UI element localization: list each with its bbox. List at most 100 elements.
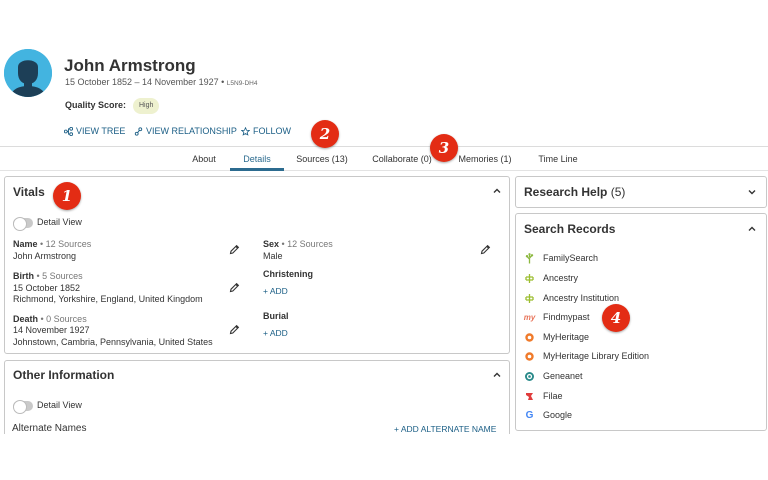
death-sources[interactable]: • 0 Sources (38, 314, 87, 324)
view-tree-link[interactable]: VIEW TREE (64, 124, 125, 138)
record-myheritage-label: MyHeritage (543, 332, 590, 342)
relationship-icon (134, 126, 143, 136)
research-help-count: (5) (610, 185, 626, 199)
burial-label: Burial (263, 311, 289, 321)
birth-sources[interactable]: • 5 Sources (34, 271, 83, 281)
quality-score-label: Quality Score: (65, 100, 127, 110)
research-help-expand-button[interactable] (747, 187, 757, 197)
other-detail-view-toggle[interactable] (13, 400, 33, 414)
person-avatar (4, 49, 52, 97)
add-christening-link[interactable]: + ADD (263, 286, 288, 296)
record-geneanet-label: Geneanet (543, 371, 583, 381)
research-help-title[interactable]: Research Help (5) (524, 185, 625, 199)
birth-label: Birth (13, 271, 34, 281)
record-geneanet[interactable]: Geneanet (524, 369, 583, 383)
record-findmypast[interactable]: my Findmypast (524, 310, 590, 324)
findmypast-icon: my (523, 312, 536, 322)
record-myheritage-library-label: MyHeritage Library Edition (543, 351, 650, 361)
familysearch-tree-icon (524, 252, 535, 264)
record-ancestry-institution[interactable]: Ancestry Institution (524, 291, 619, 305)
edit-death-button[interactable] (229, 324, 240, 335)
death-place: Johnstown, Cambria, Pennsylvania, United… (13, 337, 213, 347)
name-value: John Armstrong (13, 251, 77, 261)
sex-fact-label: Sex • 12 Sources (263, 239, 333, 249)
add-burial-link[interactable]: + ADD (263, 328, 288, 338)
tab-details[interactable]: Details (230, 150, 284, 170)
edit-sex-button[interactable] (480, 244, 491, 255)
chevron-up-icon (493, 188, 501, 193)
birth-date: 15 October 1852 (13, 283, 81, 293)
life-dates: 15 October 1852 – 14 November 1927 • (65, 77, 227, 87)
person-name: John Armstrong (64, 56, 196, 75)
edit-name-button[interactable] (229, 244, 240, 255)
record-familysearch[interactable]: FamilySearch (524, 251, 598, 265)
pencil-icon (229, 244, 240, 255)
tree-icon (64, 126, 73, 136)
record-myheritage-library[interactable]: MyHeritage Library Edition (524, 349, 649, 363)
callout-marker-2: 2 (311, 120, 339, 148)
sex-label: Sex (263, 239, 280, 249)
burial-fact-label: Burial (263, 311, 289, 321)
christening-label: Christening (263, 269, 314, 279)
tabs-top-divider (0, 146, 768, 147)
name-sources[interactable]: • 12 Sources (38, 239, 91, 249)
ancestry-leaf-icon (524, 293, 535, 304)
view-tree-label: VIEW TREE (76, 126, 126, 136)
myheritage-icon (524, 332, 535, 343)
star-icon (241, 126, 250, 136)
callout-marker-4: 4 (602, 304, 630, 332)
tabs-bottom-divider (0, 170, 768, 171)
search-records-title: Search Records (524, 222, 616, 236)
tab-sources[interactable]: Sources (13) (293, 150, 351, 170)
tab-memories[interactable]: Memories (1) (455, 150, 515, 170)
record-myheritage[interactable]: MyHeritage (524, 330, 589, 344)
record-filae[interactable]: Filae (524, 389, 563, 403)
death-date: 14 November 1927 (13, 325, 90, 335)
name-label: Name (13, 239, 38, 249)
filae-icon (524, 391, 535, 402)
other-information-collapse-button[interactable] (492, 370, 502, 380)
other-information-title: Other Information (13, 368, 115, 382)
vitals-title: Vitals (13, 185, 45, 199)
chevron-up-icon (493, 372, 501, 377)
record-familysearch-label: FamilySearch (543, 253, 599, 263)
edit-birth-button[interactable] (229, 282, 240, 293)
person-silhouette-icon (4, 49, 52, 97)
vitals-detail-view-label: Detail View (37, 217, 82, 227)
myheritage-icon (524, 351, 535, 362)
geneanet-icon (524, 371, 535, 382)
vitals-detail-view-toggle[interactable] (13, 217, 33, 231)
tab-time-line[interactable]: Time Line (533, 150, 583, 170)
sex-sources[interactable]: • 12 Sources (279, 239, 333, 249)
tab-collaborate[interactable]: Collaborate (0) (370, 150, 434, 170)
active-tab-indicator (230, 168, 284, 171)
view-relationship-label: VIEW RELATIONSHIP (146, 126, 237, 136)
tab-about[interactable]: About (187, 150, 221, 170)
add-alternate-name-link[interactable]: + ADD ALTERNATE NAME (394, 424, 496, 432)
callout-marker-1: 1 (53, 182, 81, 210)
research-help-label: Research Help (524, 185, 608, 199)
record-ancestry-label: Ancestry (543, 273, 579, 283)
other-detail-view-label: Detail View (37, 400, 82, 410)
ancestry-leaf-icon (524, 273, 535, 284)
pencil-icon (480, 244, 491, 255)
sex-value: Male (263, 251, 283, 261)
quality-score-badge[interactable]: High (133, 98, 160, 114)
name-fact-label: Name • 12 Sources (13, 239, 91, 249)
follow-button[interactable]: FOLLOW (241, 124, 291, 138)
person-id[interactable]: L5N9-DH4 (227, 80, 258, 87)
christening-fact-label: Christening (263, 269, 313, 279)
birth-fact-label: Birth • 5 Sources (13, 271, 83, 281)
follow-label: FOLLOW (253, 126, 292, 136)
search-records-collapse-button[interactable] (747, 224, 757, 234)
callout-marker-3: 3 (430, 134, 458, 162)
death-label: Death (13, 314, 39, 324)
view-relationship-link[interactable]: VIEW RELATIONSHIP (134, 124, 237, 138)
record-google[interactable]: G Google (524, 408, 572, 422)
pencil-icon (229, 324, 240, 335)
pencil-icon (229, 282, 240, 293)
vitals-collapse-button[interactable] (492, 186, 502, 196)
death-fact-label: Death • 0 Sources (13, 314, 87, 324)
record-ancestry[interactable]: Ancestry (524, 271, 578, 285)
record-findmypast-label: Findmypast (543, 312, 590, 322)
